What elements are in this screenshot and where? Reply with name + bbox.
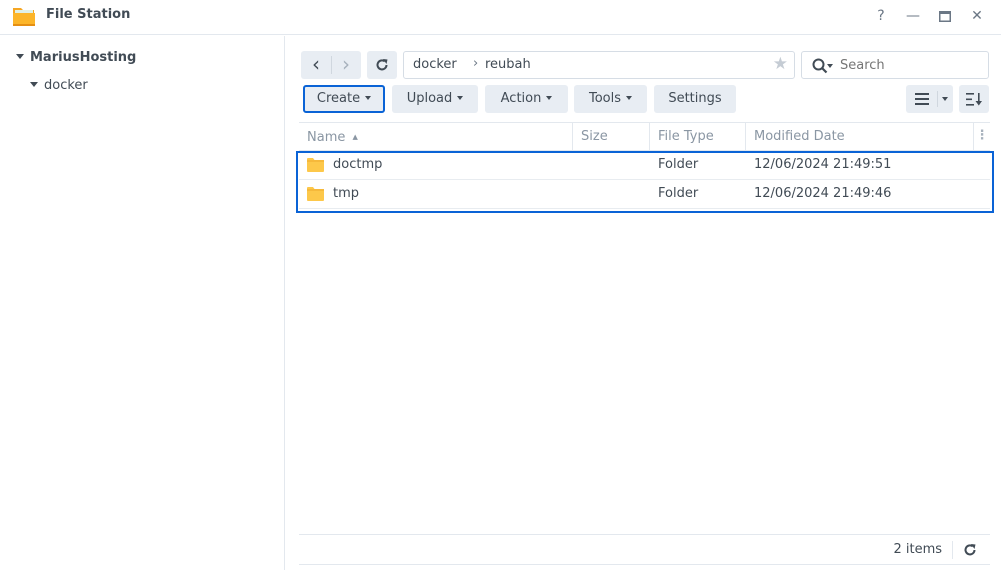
caret-down-icon <box>365 95 372 100</box>
item-count: 2 items <box>893 542 942 557</box>
file-modified-date: 12/06/2024 21:49:46 <box>754 186 892 201</box>
tools-label: Tools <box>588 91 622 106</box>
status-bar: 2 items <box>299 534 990 565</box>
file-name: doctmp <box>333 157 383 172</box>
folder-icon <box>307 158 324 172</box>
list-view-icon <box>915 93 929 105</box>
refresh-button[interactable] <box>367 51 397 79</box>
nav-group: ‹ › <box>301 51 361 79</box>
refresh-icon[interactable] <box>963 543 977 557</box>
caret-down-icon[interactable] <box>16 54 24 59</box>
breadcrumb-separator: › <box>473 56 479 71</box>
favorite-star-icon[interactable]: ★ <box>773 54 788 74</box>
minimize-icon[interactable]: — <box>902 6 924 26</box>
caret-down-icon <box>457 95 464 100</box>
file-type: Folder <box>658 186 699 201</box>
column-header-modified-date[interactable]: Modified Date <box>746 123 974 151</box>
column-options-icon[interactable]: ⋮ <box>974 123 990 151</box>
back-button[interactable]: ‹ <box>301 51 331 77</box>
search-field[interactable] <box>801 51 989 79</box>
search-input[interactable] <box>840 56 980 74</box>
file-row[interactable]: doctmp Folder 12/06/2024 21:49:51 <box>299 151 990 180</box>
forward-button[interactable]: › <box>331 51 361 77</box>
tools-button[interactable]: Tools <box>574 85 647 113</box>
maximize-icon[interactable] <box>934 6 956 26</box>
grid-header: Name ▲ Size File Type Modified Date ⋮ <box>299 122 990 151</box>
caret-down-icon[interactable] <box>30 82 38 87</box>
search-options-caret-icon[interactable] <box>827 64 833 68</box>
sort-ascending-icon: ▲ <box>352 133 358 141</box>
help-icon[interactable]: ? <box>870 6 892 26</box>
upload-button[interactable]: Upload <box>392 85 478 113</box>
tree-root-mariushosting[interactable]: MariusHosting <box>16 50 136 65</box>
column-header-file-type[interactable]: File Type <box>650 123 746 151</box>
tree-root-label: MariusHosting <box>30 50 137 65</box>
sort-button[interactable] <box>959 85 989 113</box>
search-icon[interactable] <box>812 58 828 74</box>
breadcrumb-docker[interactable]: docker <box>413 57 457 72</box>
file-row[interactable]: tmp Folder 12/06/2024 21:49:46 <box>299 180 990 209</box>
file-station-icon <box>13 8 35 26</box>
title-bar: File Station ? — ✕ <box>0 0 1001 35</box>
close-icon[interactable]: ✕ <box>966 6 988 26</box>
divider <box>952 541 953 559</box>
sidebar: MariusHosting docker <box>0 36 285 570</box>
tree-item-label: docker <box>44 78 88 93</box>
file-type: Folder <box>658 157 699 172</box>
column-header-name[interactable]: Name ▲ <box>299 123 573 151</box>
file-name: tmp <box>333 186 360 201</box>
divider <box>937 91 938 107</box>
app-title: File Station <box>46 7 131 22</box>
action-label: Action <box>500 91 542 106</box>
folder-icon <box>307 187 324 201</box>
refresh-icon <box>376 59 388 71</box>
settings-button[interactable]: Settings <box>654 85 736 113</box>
view-mode-button[interactable] <box>906 85 953 113</box>
upload-label: Upload <box>406 91 453 106</box>
file-modified-date: 12/06/2024 21:49:51 <box>754 157 892 172</box>
column-header-size[interactable]: Size <box>573 123 650 151</box>
sort-icon <box>966 93 982 106</box>
create-button[interactable]: Create <box>303 85 385 113</box>
caret-down-icon <box>546 95 553 100</box>
create-label: Create <box>316 91 361 106</box>
view-options-caret-icon[interactable] <box>942 97 948 101</box>
action-button[interactable]: Action <box>485 85 568 113</box>
breadcrumb-reubah[interactable]: reubah <box>485 57 531 72</box>
path-bar[interactable]: docker › reubah ★ <box>403 51 795 79</box>
caret-down-icon <box>626 95 633 100</box>
column-label: Name <box>307 130 346 145</box>
tree-item-docker[interactable]: docker <box>30 78 88 93</box>
